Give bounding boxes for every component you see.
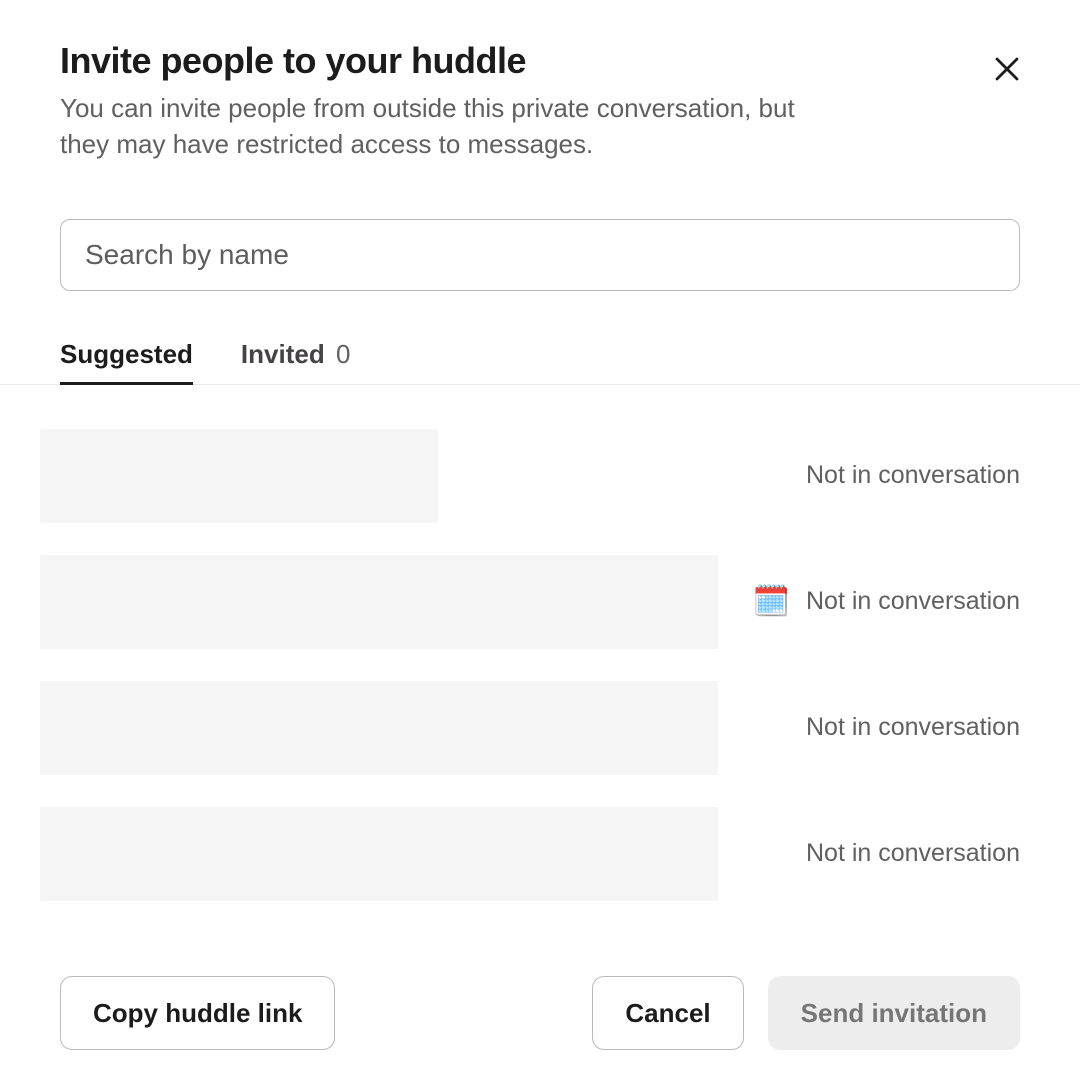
modal-title: Invite people to your huddle bbox=[60, 40, 984, 82]
suggestion-placeholder bbox=[40, 681, 718, 775]
tab-suggested[interactable]: Suggested bbox=[60, 331, 193, 384]
cancel-button[interactable]: Cancel bbox=[592, 976, 743, 1050]
modal-footer: Copy huddle link Cancel Send invitation bbox=[60, 946, 1020, 1050]
send-invitation-button[interactable]: Send invitation bbox=[768, 976, 1020, 1050]
invite-to-huddle-modal: Invite people to your huddle You can inv… bbox=[0, 0, 1080, 1080]
header-text: Invite people to your huddle You can inv… bbox=[60, 40, 984, 163]
suggestion-status-area: Not in conversation bbox=[806, 839, 1020, 868]
conversation-status: Not in conversation bbox=[806, 587, 1020, 616]
tab-invited-count: 0 bbox=[336, 339, 350, 369]
suggestion-placeholder bbox=[40, 807, 718, 901]
modal-header: Invite people to your huddle You can inv… bbox=[60, 40, 1020, 163]
calendar-status-icon: 🗓️ bbox=[753, 587, 790, 617]
tabs: Suggested Invited 0 bbox=[0, 331, 1080, 385]
copy-huddle-link-button[interactable]: Copy huddle link bbox=[60, 976, 335, 1050]
suggestion-status-area: Not in conversation bbox=[806, 461, 1020, 490]
conversation-status: Not in conversation bbox=[806, 839, 1020, 868]
modal-subtitle: You can invite people from outside this … bbox=[60, 90, 840, 163]
suggestion-status-area: 🗓️ Not in conversation bbox=[753, 587, 1020, 617]
suggestion-row[interactable]: Not in conversation bbox=[40, 429, 1020, 523]
suggestion-placeholder bbox=[40, 429, 438, 523]
suggestion-row[interactable]: 🗓️ Not in conversation bbox=[40, 555, 1020, 649]
suggestion-row[interactable]: Not in conversation bbox=[40, 807, 1020, 901]
close-button[interactable] bbox=[984, 46, 1030, 92]
search-input[interactable] bbox=[60, 219, 1020, 291]
suggestion-placeholder bbox=[40, 555, 718, 649]
suggestion-list: Not in conversation 🗓️ Not in conversation… bbox=[40, 429, 1020, 901]
search-container bbox=[60, 219, 1020, 291]
tab-invited[interactable]: Invited 0 bbox=[241, 331, 351, 384]
close-icon bbox=[992, 54, 1022, 84]
conversation-status: Not in conversation bbox=[806, 461, 1020, 490]
tab-invited-label: Invited bbox=[241, 339, 325, 369]
suggestion-row[interactable]: Not in conversation bbox=[40, 681, 1020, 775]
conversation-status: Not in conversation bbox=[806, 713, 1020, 742]
suggestion-status-area: Not in conversation bbox=[806, 713, 1020, 742]
tab-suggested-label: Suggested bbox=[60, 339, 193, 369]
